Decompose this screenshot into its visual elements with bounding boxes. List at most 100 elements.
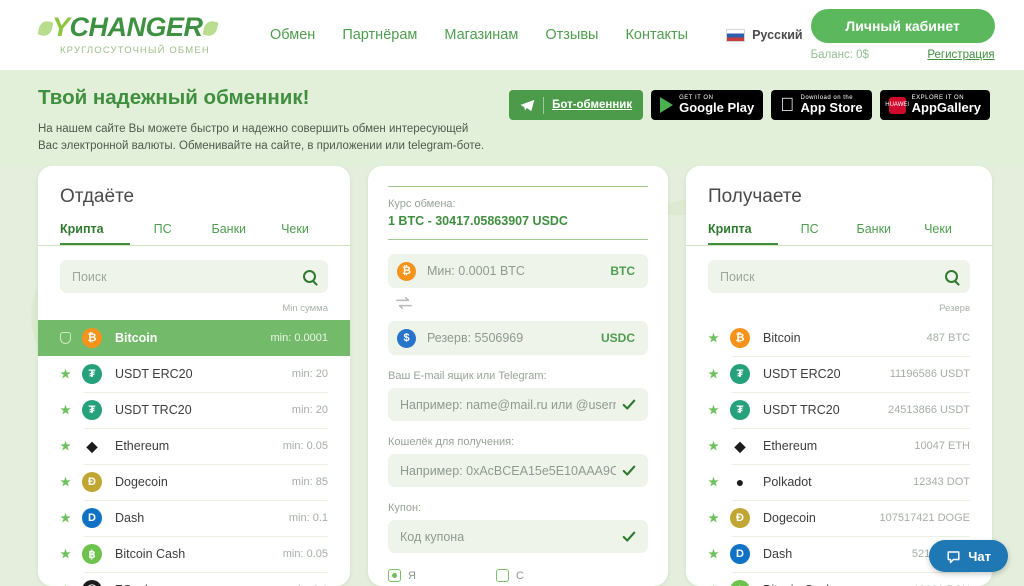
give-currency-row[interactable]: ₮ USDT TRC20 min: 20 xyxy=(38,392,350,428)
give-search[interactable] xyxy=(60,260,328,293)
dogecoin-icon: Ð xyxy=(730,508,750,528)
app-gallery-text: EXPLORE IT ON AppGallery xyxy=(912,95,981,116)
logo[interactable]: Y CHANGER КРУГЛОСУТОЧНЫЙ ОБМЕН xyxy=(37,14,253,56)
favorite-icon-selected[interactable] xyxy=(60,332,71,344)
get-currency-row[interactable]: Ð Dogecoin 107517421 DOGE xyxy=(686,500,992,536)
star-icon[interactable] xyxy=(60,368,71,379)
google-play-text: GET IT ON Google Play xyxy=(679,95,754,116)
agreement-checkboxes: Я С xyxy=(368,553,668,582)
give-tab-crypto[interactable]: Крипта xyxy=(60,222,130,245)
nav-item-partners[interactable]: Партнёрам xyxy=(342,27,417,43)
search-icon[interactable] xyxy=(945,270,958,283)
give-currency-row[interactable]: ₮ USDT ERC20 min: 20 xyxy=(38,356,350,392)
star-icon[interactable] xyxy=(708,368,719,379)
get-currency-row[interactable]: ₿ Bitcoin 487 BTC xyxy=(686,320,992,356)
give-currency-row[interactable]: ฿ Bitcoin Cash min: 0.05 xyxy=(38,536,350,572)
star-icon[interactable] xyxy=(60,440,71,451)
zcash-icon: ⓩ xyxy=(82,580,102,586)
get-tab-banks[interactable]: Банки xyxy=(842,222,906,245)
get-currency-name: USDT ERC20 xyxy=(763,367,841,381)
get-amount-placeholder: Резерв: 5506969 xyxy=(427,331,524,345)
star-icon[interactable] xyxy=(708,548,719,559)
give-currency-value: min: 0.1 xyxy=(288,512,328,524)
checkbox-terms[interactable] xyxy=(495,569,509,582)
telegram-bot-badge[interactable]: Бот-обменник xyxy=(509,90,644,120)
give-tab-checks[interactable]: Чеки xyxy=(262,222,328,245)
swap-icon[interactable] xyxy=(395,295,413,311)
star-icon[interactable] xyxy=(708,512,719,523)
get-tab-crypto[interactable]: Крипта xyxy=(708,222,778,245)
get-currency-row[interactable]: ฿Bitcoin Cash10021 BCH xyxy=(686,572,992,586)
register-link[interactable]: Регистрация xyxy=(927,49,994,61)
get-currency-name: Dash xyxy=(763,547,793,561)
give-search-input[interactable] xyxy=(72,269,303,284)
star-icon[interactable] xyxy=(60,512,71,523)
get-panel-title: Получаете xyxy=(708,186,802,207)
bitcoin-icon: ₿ xyxy=(730,328,750,348)
app-store-badge[interactable]:  Download on the App Store xyxy=(771,90,872,120)
hero-section: Твой надежный обменник! На нашем сайте В… xyxy=(0,70,1024,166)
give-amount-field[interactable]: ₿ Мин: 0.0001 BTC BTC xyxy=(388,254,648,288)
app-gallery-badge[interactable]: HUAWEI EXPLORE IT ON AppGallery xyxy=(879,90,990,120)
give-currency-name: Dash xyxy=(115,511,145,525)
rate-divider-bottom xyxy=(388,239,648,240)
usdt-trc20-icon: ₮ xyxy=(82,400,102,420)
nav-item-shops[interactable]: Магазинам xyxy=(444,27,518,43)
get-currency-row[interactable]: ₮ USDT ERC20 11196586 USDT xyxy=(686,356,992,392)
bitcoin-icon: ₿ xyxy=(82,328,102,348)
nav-item-reviews[interactable]: Отзывы xyxy=(545,27,598,43)
star-icon[interactable] xyxy=(708,404,719,415)
give-currency-row[interactable]: ⓩZCashmin: 0.1 xyxy=(38,572,350,586)
give-currency-row[interactable]: Ð Dogecoin min: 85 xyxy=(38,464,350,500)
give-tab-banks[interactable]: Банки xyxy=(196,222,262,245)
get-tab-checks[interactable]: Чеки xyxy=(906,222,970,245)
star-icon[interactable] xyxy=(60,404,71,415)
get-currency-row[interactable]: ₮ USDT TRC20 24513866 USDT xyxy=(686,392,992,428)
hero-title: Твой надежный обменник! xyxy=(38,86,310,109)
wallet-input[interactable] xyxy=(400,463,616,478)
personal-cabinet-button[interactable]: Личный кабинет xyxy=(810,9,995,43)
nav-item-contacts[interactable]: Контакты xyxy=(625,27,688,43)
star-icon[interactable] xyxy=(708,440,719,451)
wallet-field[interactable] xyxy=(388,454,648,487)
get-search[interactable] xyxy=(708,260,970,293)
star-icon[interactable] xyxy=(708,476,719,487)
give-currency-row[interactable]: ◆ Ethereum min: 0.05 xyxy=(38,428,350,464)
get-amount-field[interactable]: $ Резерв: 5506969 USDC xyxy=(388,321,648,355)
get-search-input[interactable] xyxy=(720,269,945,284)
get-currency-value: 487 BTC xyxy=(926,332,970,344)
star-icon[interactable] xyxy=(60,548,71,559)
account-area: Личный кабинет Баланс: 0$ Регистрация xyxy=(803,9,1003,61)
coupon-field[interactable] xyxy=(388,520,648,553)
telegram-icon xyxy=(520,99,535,111)
nav-item-exchange[interactable]: Обмен xyxy=(270,27,315,43)
give-currency-name: USDT TRC20 xyxy=(115,403,192,417)
checkbox-rules[interactable] xyxy=(388,569,401,582)
usdt-erc20-icon: ₮ xyxy=(82,364,102,384)
get-tab-ps[interactable]: ПС xyxy=(778,222,842,245)
give-currency-value: min: 0.05 xyxy=(282,440,328,452)
give-currency-row[interactable]: ₿ Bitcoin min: 0.0001 xyxy=(38,320,350,356)
language-label: Русский xyxy=(752,28,803,42)
search-icon[interactable] xyxy=(303,270,316,283)
give-currency-row[interactable]: D Dash min: 0.1 xyxy=(38,500,350,536)
huawei-icon: HUAWEI xyxy=(885,96,909,114)
get-currency-row[interactable]: ● Polkadot 12343 DOT xyxy=(686,464,992,500)
give-panel-title: Отдаёте xyxy=(60,186,135,207)
language-selector[interactable]: Русский xyxy=(726,28,803,42)
telegram-bot-label: Бот-обменник xyxy=(552,99,633,111)
email-input[interactable] xyxy=(400,397,616,412)
app-badges: Бот-обменник GET IT ON Google Play  Dow… xyxy=(509,86,990,166)
russia-flag-icon xyxy=(726,28,746,42)
chat-button[interactable]: Чат xyxy=(929,540,1008,572)
account-meta: Баланс: 0$ Регистрация xyxy=(811,49,995,61)
email-field[interactable] xyxy=(388,388,648,421)
get-currency-row[interactable]: ◆ Ethereum 10047 ETH xyxy=(686,428,992,464)
star-icon[interactable] xyxy=(60,476,71,487)
coupon-input[interactable] xyxy=(400,529,616,544)
bitcoin-cash-icon: ฿ xyxy=(82,544,102,564)
star-icon[interactable] xyxy=(708,332,719,343)
give-tab-ps[interactable]: ПС xyxy=(130,222,196,245)
checkbox-rules-label: Я xyxy=(408,569,416,582)
google-play-badge[interactable]: GET IT ON Google Play xyxy=(651,90,764,120)
